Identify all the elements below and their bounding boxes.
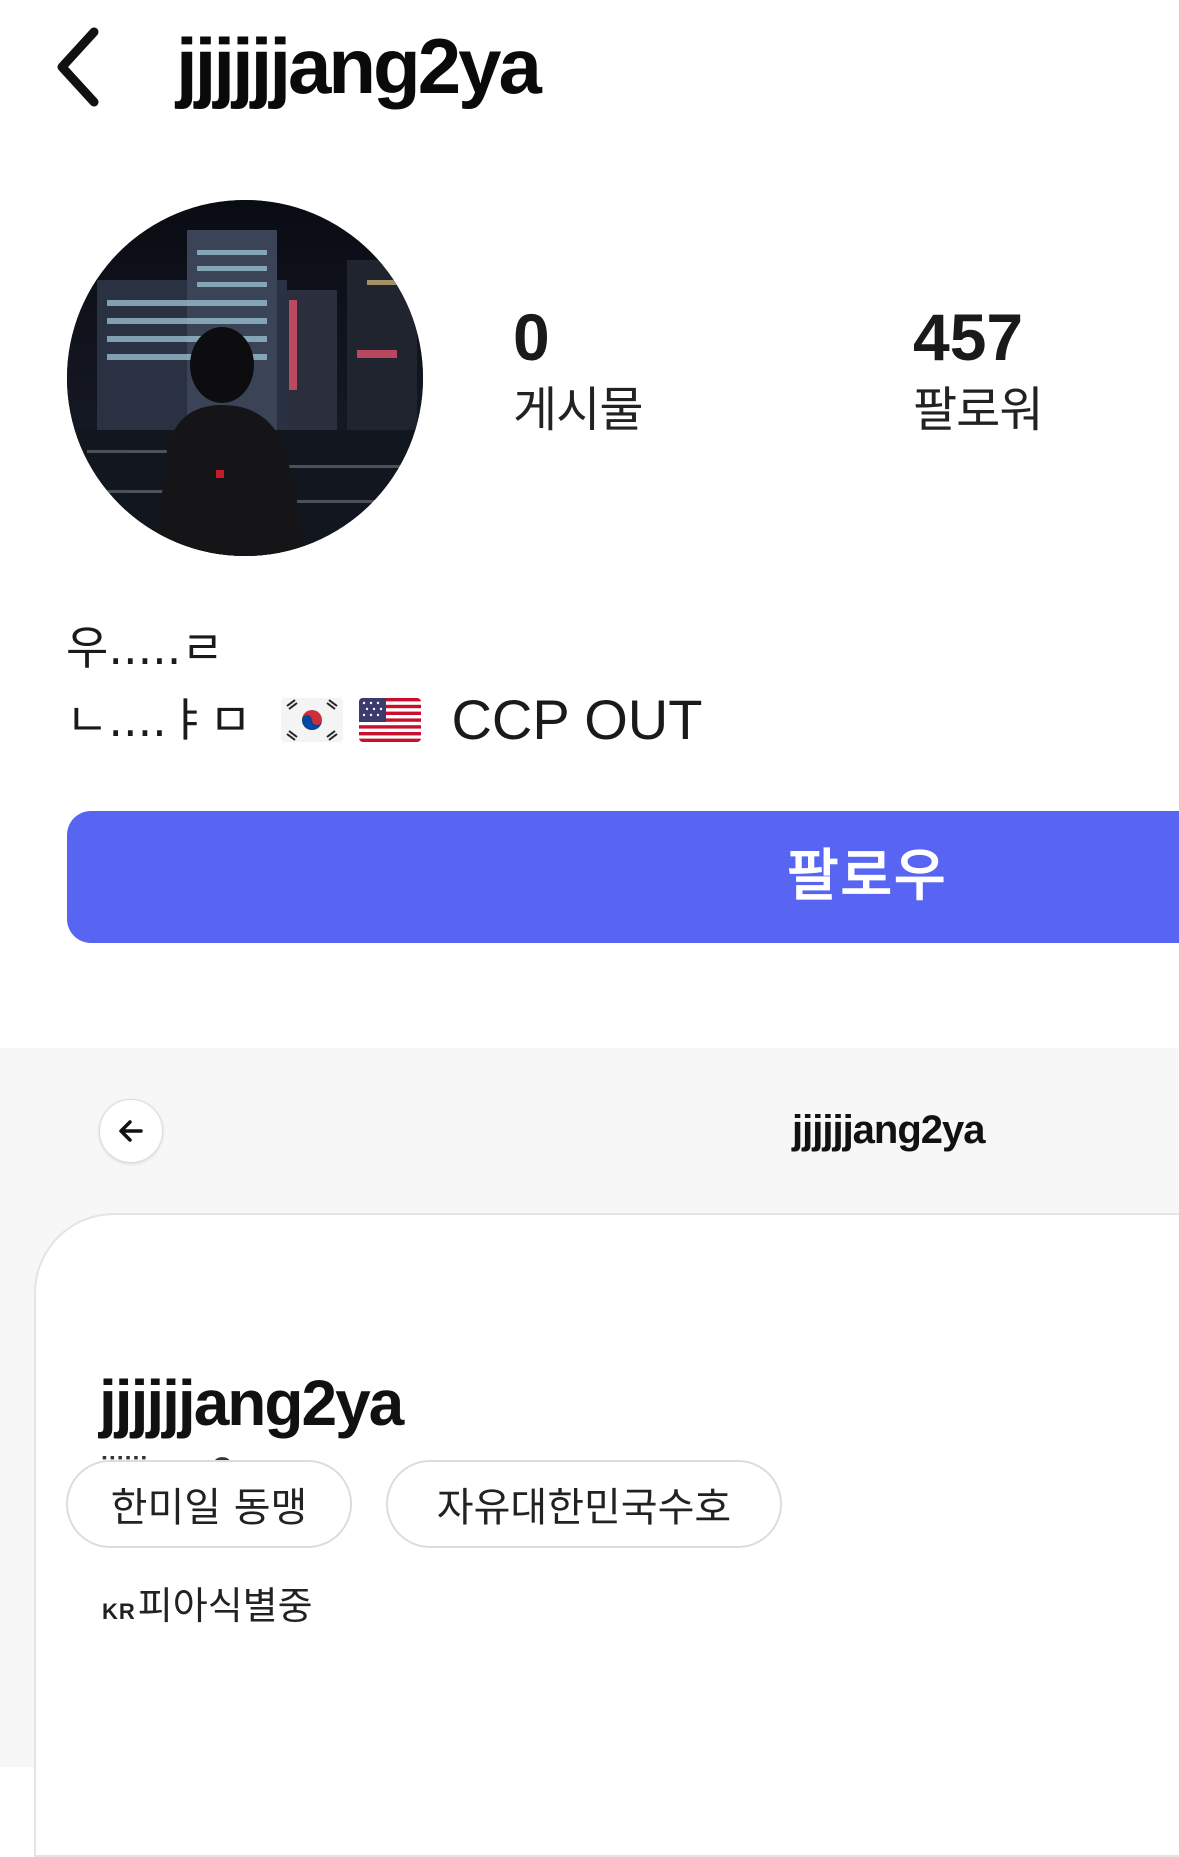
stat-value: 457: [913, 300, 1024, 374]
bio-prefix: KR: [102, 1599, 136, 1624]
profile-bio: 우.....ㄹ ㄴ....ㅑㅁ CCP OUT: [66, 612, 702, 756]
header-title: jjjjjjang2ya: [792, 1108, 986, 1152]
arrow-left-icon: [119, 1120, 143, 1142]
bio-line-2: ㄴ....ㅑㅁ CCP OUT: [66, 684, 702, 756]
usa-flag-icon: [359, 698, 422, 742]
avatar[interactable]: [67, 200, 423, 556]
stat-label: 게시물: [513, 382, 643, 438]
profile-display-name: jjjjjjang2ya: [99, 1367, 404, 1439]
profile-username: jjjjjjang2ya: [176, 22, 542, 110]
back-chevron-icon[interactable]: [50, 22, 110, 112]
back-arrow-button[interactable]: [99, 1099, 163, 1163]
stat-label: 팔로워: [913, 382, 1043, 438]
web-profile-section: jjjjjjang2ya jjjjjjang2ya jjjjjjang2ya K…: [0, 1048, 1179, 1857]
stat-followers[interactable]: 457 팔로워: [913, 300, 1043, 442]
bio-text: 피아식별중: [137, 1584, 313, 1628]
profile-bio: KR 피아식별중: [102, 1581, 313, 1637]
stat-posts: 0 게시물: [513, 300, 643, 442]
stat-value: 0: [513, 300, 550, 374]
interest-tag[interactable]: 자유대한민국수호: [386, 1460, 782, 1548]
bio-text: ㄴ....ㅑㅁ: [66, 693, 252, 747]
bio-line-1: 우.....ㄹ: [66, 621, 224, 675]
south-korea-flag-icon: [281, 698, 344, 742]
follow-button[interactable]: 팔로우: [67, 811, 1179, 943]
mobile-profile-section: jjjjjjang2ya 0 게시물 457 팔로워 우.....ㄹ ㄴ....…: [0, 0, 1179, 1048]
follow-button-label: 팔로우: [787, 844, 948, 909]
bio-tail-text: CCP OUT: [451, 688, 703, 751]
interest-tag[interactable]: 한미일 동맹: [66, 1460, 352, 1548]
